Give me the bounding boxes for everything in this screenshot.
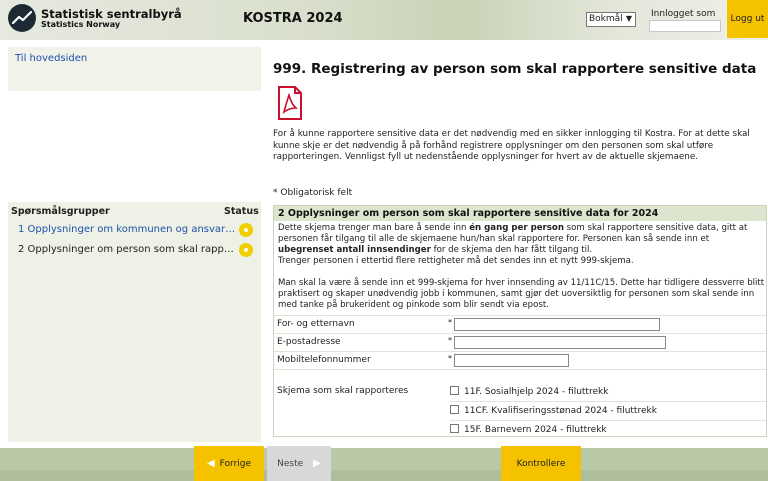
status-dot-icon xyxy=(239,223,253,237)
page-title: 999. Registrering av person som skal rap… xyxy=(273,61,757,77)
next-button[interactable]: Neste ▶ xyxy=(267,446,331,481)
status-dot-icon xyxy=(239,243,253,257)
ssb-logo[interactable]: Statistisk sentralbyrå Statistics Norway xyxy=(8,4,188,36)
desc-text: Trenger personen i ettertid flere rettig… xyxy=(278,256,634,266)
checkbox[interactable] xyxy=(450,424,459,433)
field-row-mobile: Mobiltelefonnummer * xyxy=(274,351,766,369)
spacer-row xyxy=(274,369,766,381)
language-value: Bokmål xyxy=(589,14,623,24)
desc-text: for de skjema den har fått tilgang til. xyxy=(430,245,593,255)
intro-text: For å kunne rapportere sensitive data er… xyxy=(273,129,750,163)
logged-in-user-field xyxy=(649,20,721,32)
footer-bar xyxy=(0,448,768,481)
checkbox[interactable] xyxy=(450,386,459,395)
field-row-name: For- og etternavn * xyxy=(274,315,766,333)
mobile-input[interactable] xyxy=(454,354,569,367)
group-item-2[interactable]: 2 Opplysninger om person som skal rappor… xyxy=(18,244,236,255)
next-label: Neste xyxy=(277,458,304,469)
logo-mark-icon xyxy=(8,4,36,32)
required-note: * Obligatorisk felt xyxy=(273,188,353,198)
schema-label: 11CF. Kvalifiseringsstønad 2024 - filutt… xyxy=(464,406,657,416)
previous-button[interactable]: ◀ Forrige xyxy=(194,446,264,481)
header-bar: Statistisk sentralbyrå Statistics Norway… xyxy=(0,0,768,40)
logout-button[interactable]: Logg ut xyxy=(727,0,768,38)
form-description: Dette skjema trenger man bare å sende in… xyxy=(278,223,766,311)
field-label: Mobiltelefonnummer xyxy=(277,355,371,365)
groups-header: Spørsmålsgrupper xyxy=(11,206,110,217)
name-input[interactable] xyxy=(454,318,660,331)
language-select[interactable]: Bokmål ▼ xyxy=(586,12,636,27)
desc-text: Dette skjema trenger man bare å sende in… xyxy=(278,223,470,233)
divider xyxy=(450,401,766,402)
home-link[interactable]: Til hovedsiden xyxy=(15,53,87,64)
desc-emphasis: ubegrenset antall innsendinger xyxy=(278,245,431,255)
app-title: KOSTRA 2024 xyxy=(243,11,343,26)
arrow-left-icon: ◀ xyxy=(206,458,215,469)
org-name: Statistisk sentralbyrå xyxy=(41,7,182,21)
org-subtitle: Statistics Norway xyxy=(41,20,121,29)
form-heading: 2 Opplysninger om person som skal rappor… xyxy=(274,206,766,221)
required-mark: * xyxy=(448,336,452,345)
required-mark: * xyxy=(448,318,452,327)
login-label: Innlogget som xyxy=(651,9,716,19)
field-row-email: E-postadresse * xyxy=(274,333,766,351)
chevron-down-icon: ▼ xyxy=(625,14,632,23)
home-panel: Til hovedsiden xyxy=(8,47,261,91)
schemas-label: Skjema som skal rapporteres xyxy=(277,386,409,396)
question-groups-panel: Spørsmålsgrupper Status 1 Opplysninger o… xyxy=(8,202,261,442)
field-label: For- og etternavn xyxy=(277,319,355,329)
checkbox[interactable] xyxy=(450,405,459,414)
email-input[interactable] xyxy=(454,336,666,349)
arrow-right-icon: ▶ xyxy=(313,458,321,469)
desc-text: Man skal la være å sende inn et 999-skje… xyxy=(278,278,765,310)
group-item-1[interactable]: 1 Opplysninger om kommunen og ansvarlig … xyxy=(18,224,236,235)
pdf-icon[interactable] xyxy=(277,86,303,124)
validate-button[interactable]: Kontrollere xyxy=(501,446,581,481)
desc-emphasis: én gang per person xyxy=(469,223,564,233)
field-label: E-postadresse xyxy=(277,337,341,347)
divider xyxy=(450,420,766,421)
schema-label: 11F. Sosialhjelp 2024 - filuttrekk xyxy=(464,387,609,397)
previous-label: Forrige xyxy=(219,458,252,469)
required-mark: * xyxy=(448,354,452,363)
schema-label: 15F. Barnevern 2024 - filuttrekk xyxy=(464,425,607,435)
person-form: 2 Opplysninger om person som skal rappor… xyxy=(273,205,767,437)
status-header: Status xyxy=(224,206,259,217)
